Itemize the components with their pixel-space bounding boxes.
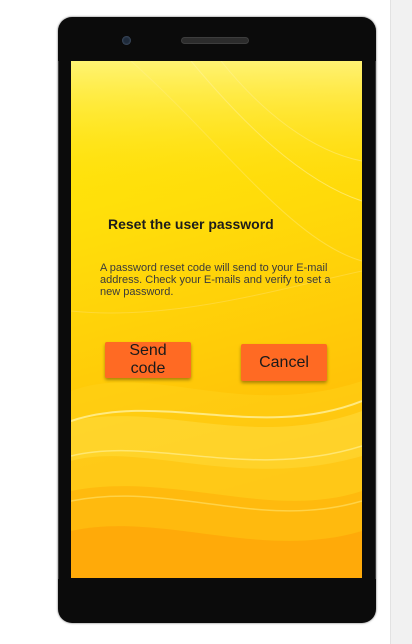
front-camera-icon — [122, 36, 131, 45]
app-screen: Reset the user password A password reset… — [71, 61, 362, 578]
background-waves — [71, 61, 362, 578]
frame-right-edge — [375, 61, 376, 579]
phone-frame: Reset the user password A password reset… — [58, 17, 376, 623]
dialog-title: Reset the user password — [108, 216, 274, 232]
page-scrollbar-area — [390, 0, 412, 644]
send-code-button[interactable]: Send code — [105, 342, 191, 378]
cancel-button[interactable]: Cancel — [241, 344, 327, 381]
frame-left-edge — [58, 61, 59, 579]
dialog-description: A password reset code will send to your … — [100, 262, 331, 298]
speaker-grille — [181, 37, 249, 44]
